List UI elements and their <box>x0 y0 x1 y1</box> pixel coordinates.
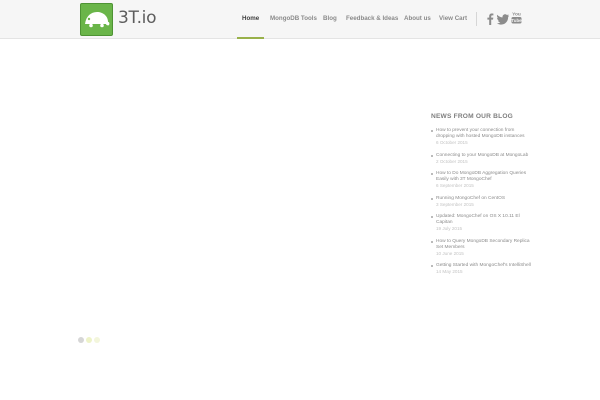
twitter-icon[interactable] <box>496 12 509 25</box>
list-item: How to Do MongoDB Aggregation Queries Ea… <box>431 171 531 189</box>
blog-news-widget: NEWS FROM OUR BLOG How to prevent your c… <box>431 113 531 282</box>
blog-post-link[interactable]: Updated: MongoChef on OS X 10.11 El Capi… <box>436 214 531 226</box>
nav-item-view-cart[interactable]: View Cart <box>439 15 467 22</box>
blog-post-link[interactable]: How to prevent your connection from drop… <box>436 128 531 140</box>
list-item: How to Query MongoDB Secondary Replica S… <box>431 239 531 257</box>
list-item: Updated: MongoChef on OS X 10.11 El Capi… <box>431 214 531 232</box>
nav-item-blog[interactable]: Blog <box>323 15 337 22</box>
svg-text:You: You <box>512 12 521 18</box>
youtube-icon[interactable]: You Tube <box>511 11 522 25</box>
facebook-icon[interactable] <box>486 12 494 25</box>
blog-post-date: 10 June 2015 <box>436 250 464 256</box>
loader-dot <box>94 337 100 343</box>
list-item: Running MongoChef on CentOS 3 September … <box>431 196 531 208</box>
blog-post-link[interactable]: Connecting to your MongoDB at MongoLab <box>436 153 531 159</box>
blog-post-link[interactable]: How to Query MongoDB Secondary Replica S… <box>436 239 531 251</box>
list-item: Connecting to your MongoDB at MongoLab 2… <box>431 153 531 165</box>
nav-active-indicator <box>237 37 264 39</box>
loader-dot <box>78 337 84 343</box>
blog-post-date: 2 October 2015 <box>436 158 468 164</box>
loader-dot <box>86 337 92 343</box>
nav-item-home[interactable]: Home <box>242 15 259 22</box>
blog-post-date: 6 September 2015 <box>436 183 474 188</box>
site-header: 3T.io Home MongoDB Tools Blog Feedback &… <box>0 0 600 39</box>
blog-post-date: 14 May 2015 <box>436 269 463 274</box>
brand-name[interactable]: 3T.io <box>118 8 157 28</box>
nav-item-feedback-ideas[interactable]: Feedback & Ideas <box>346 15 398 22</box>
nav-item-mongodb-tools[interactable]: MongoDB Tools <box>270 15 317 22</box>
blog-post-date: 6 October 2015 <box>436 140 468 145</box>
nav-item-about-us[interactable]: About us <box>404 15 431 22</box>
list-item: Getting Started with MongoChef's Intelli… <box>431 263 531 275</box>
list-item: How to prevent your connection from drop… <box>431 128 531 146</box>
blog-post-link[interactable]: How to Do MongoDB Aggregation Queries Ea… <box>436 171 531 183</box>
blog-post-date: 3 September 2015 <box>436 201 474 207</box>
svg-text:Tube: Tube <box>511 18 522 23</box>
chameleon-logo-icon[interactable] <box>80 3 113 36</box>
blog-post-date: 19 July 2015 <box>436 226 463 231</box>
blog-widget-title: NEWS FROM OUR BLOG <box>431 113 513 120</box>
nav-divider <box>476 12 477 26</box>
